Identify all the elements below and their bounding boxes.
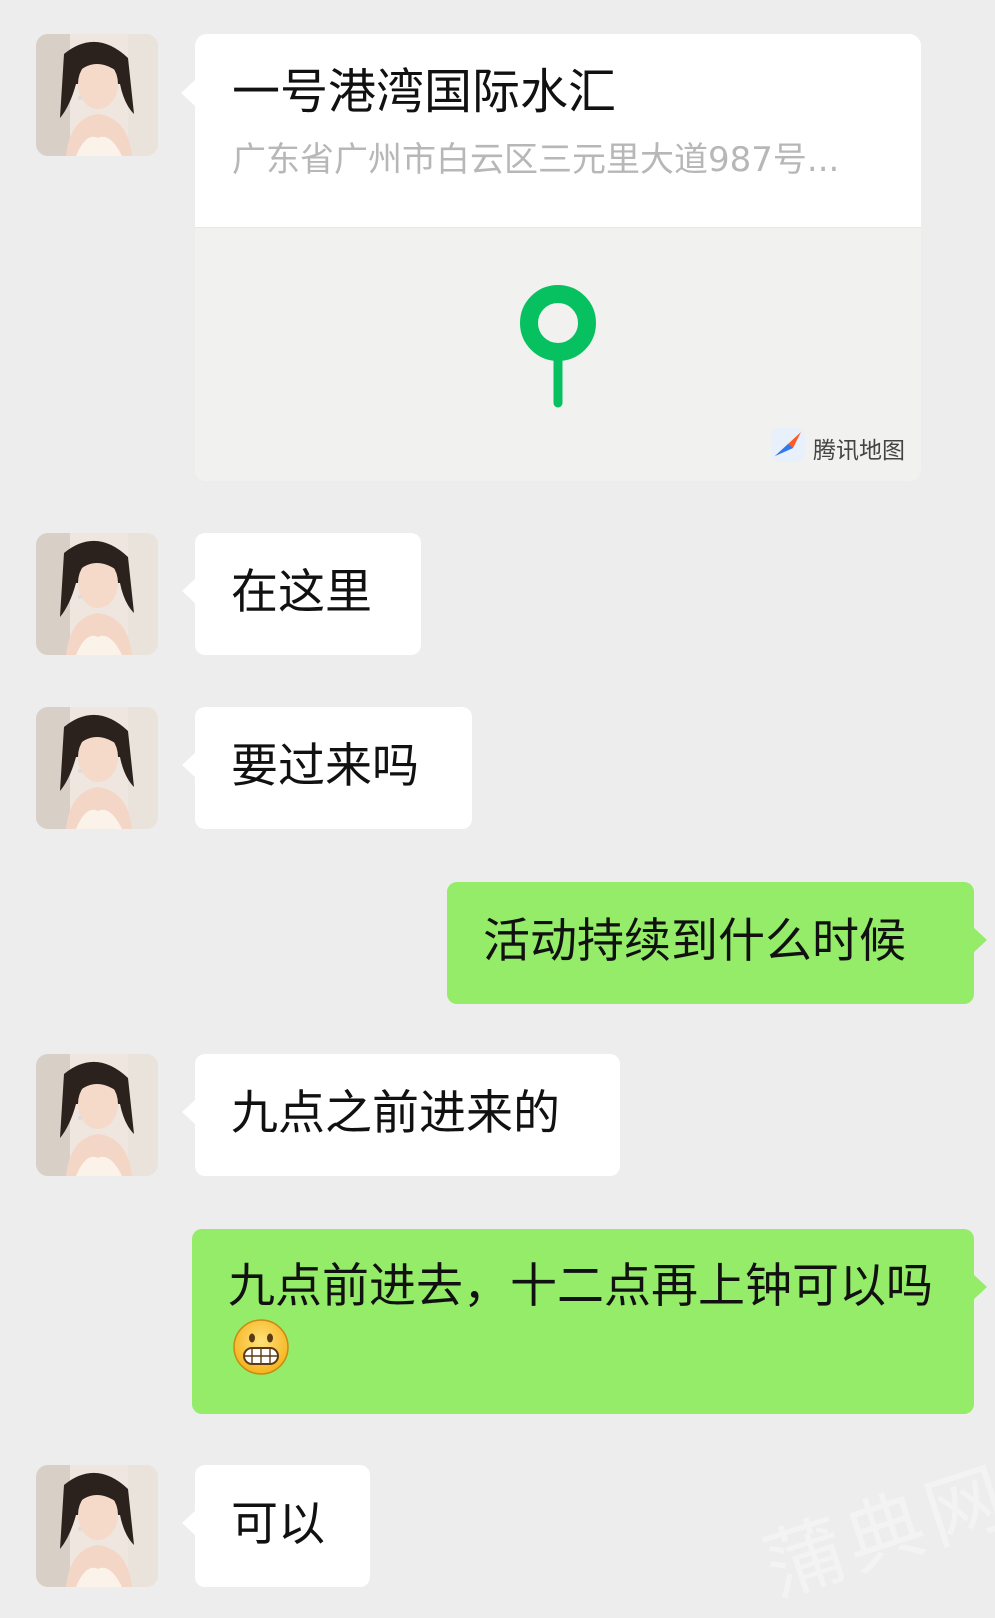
message-text: 九点之前进来的	[231, 1086, 560, 1141]
bubble-tail	[182, 1510, 196, 1536]
location-address: 广东省广州市白云区三元里大道987号...	[232, 140, 840, 180]
location-title: 一号港湾国际水汇	[232, 64, 617, 120]
message-text: 九点前进去，十二点再上钟可以吗	[228, 1259, 933, 1314]
contact-avatar[interactable]	[36, 1465, 158, 1587]
bubble-tail	[181, 80, 195, 106]
message-text: 活动持续到什么时候	[483, 914, 906, 969]
message-text: 要过来吗	[231, 739, 419, 794]
bubble-tail	[182, 578, 196, 604]
message-text: 可以	[231, 1497, 325, 1552]
received-message[interactable]: 在这里	[182, 533, 421, 655]
map-preview[interactable]: 腾讯地图	[195, 227, 921, 481]
received-message[interactable]: 九点之前进来的	[182, 1054, 620, 1176]
message-text: 在这里	[231, 565, 372, 620]
contact-avatar[interactable]	[36, 707, 158, 829]
map-provider-badge: 腾讯地图	[769, 428, 905, 468]
bubble-tail	[182, 1099, 196, 1125]
contact-avatar[interactable]	[36, 34, 158, 156]
location-card[interactable]: 一号港湾国际水汇 广东省广州市白云区三元里大道987号... 腾讯地图	[195, 34, 921, 481]
bubble-tail	[973, 1274, 987, 1300]
sent-message[interactable]: 九点前进去，十二点再上钟可以吗	[192, 1229, 987, 1414]
contact-avatar[interactable]	[36, 533, 158, 655]
tencent-map-logo-icon	[769, 426, 807, 470]
bubble-tail	[182, 752, 196, 778]
sent-message[interactable]: 活动持续到什么时候	[447, 882, 987, 1004]
watermark: 蒲典网	[754, 1450, 995, 1615]
bubble-tail	[973, 927, 987, 953]
map-provider-label: 腾讯地图	[813, 438, 905, 464]
received-message[interactable]: 要过来吗	[182, 707, 472, 829]
received-message[interactable]: 可以	[182, 1465, 370, 1587]
map-pin-icon	[518, 285, 598, 413]
grinning-teeth-emoji-icon	[232, 1318, 290, 1392]
contact-avatar[interactable]	[36, 1054, 158, 1176]
